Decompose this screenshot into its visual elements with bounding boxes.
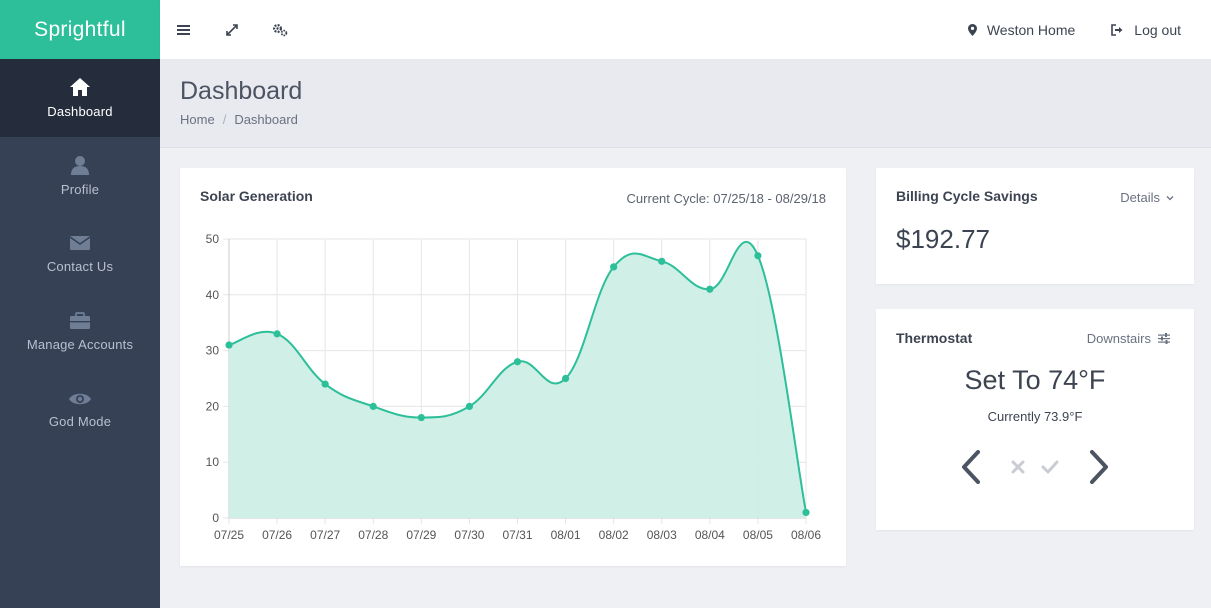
x-tick-label: 08/06 <box>791 528 821 542</box>
sign-out-icon <box>1111 23 1123 36</box>
envelope-icon <box>69 236 91 250</box>
eye-icon <box>69 393 91 405</box>
x-tick-label: 07/27 <box>310 528 340 542</box>
chevron-down-icon <box>1166 195 1174 200</box>
brand-logo[interactable]: Sprightful <box>0 0 160 59</box>
solar-generation-card: Solar Generation Current Cycle: 07/25/18… <box>180 168 846 566</box>
data-point <box>513 358 522 366</box>
data-point <box>802 508 810 517</box>
x-tick-label: 08/02 <box>599 528 629 542</box>
zone-selector[interactable]: Downstairs <box>1087 331 1170 346</box>
page-title: Dashboard <box>180 77 303 105</box>
details-label: Details <box>1120 190 1160 205</box>
top-bar: Weston Home Log out <box>160 0 1211 59</box>
x-tick-label: 08/01 <box>551 528 581 542</box>
sidebar-item-god-mode[interactable]: God Mode <box>0 371 160 449</box>
x-tick-label: 07/31 <box>502 528 532 542</box>
menu-icon <box>177 24 190 35</box>
data-point <box>706 285 714 293</box>
location-label: Weston Home <box>986 21 1076 38</box>
briefcase-icon <box>70 312 90 329</box>
cancel-button[interactable] <box>1008 449 1028 485</box>
y-tick-label: 40 <box>206 288 220 302</box>
x-tick-label: 08/05 <box>743 528 773 542</box>
chevron-left-icon <box>962 450 980 484</box>
fullscreen-button[interactable] <box>208 0 256 59</box>
chevron-right-icon <box>1090 450 1108 484</box>
y-tick-label: 50 <box>206 232 220 246</box>
x-tick-label: 07/30 <box>454 528 484 542</box>
logout-label: Log out <box>1134 21 1181 38</box>
location-selector[interactable]: Weston Home <box>967 21 1076 38</box>
setpoint-display: Set To 74°F <box>964 365 1106 395</box>
sidebar-item-contact-us[interactable]: Contact Us <box>0 215 160 293</box>
savings-amount: $192.77 <box>896 224 990 254</box>
y-tick-label: 30 <box>206 344 220 358</box>
map-marker-icon <box>967 23 977 36</box>
check-icon <box>1041 460 1059 474</box>
card-title: Thermostat <box>896 330 973 346</box>
y-tick-label: 20 <box>206 399 220 413</box>
home-icon <box>70 78 90 96</box>
top-bar-right: Weston Home Log out <box>967 21 1181 38</box>
x-tick-label: 07/25 <box>214 528 244 542</box>
sidebar-item-manage-accounts[interactable]: Manage Accounts <box>0 293 160 371</box>
data-point <box>225 341 233 349</box>
breadcrumb-current: Dashboard <box>234 112 298 127</box>
x-tick-label: 08/03 <box>647 528 677 542</box>
decrease-temperature-button[interactable] <box>956 449 986 485</box>
increase-temperature-button[interactable] <box>1084 449 1114 485</box>
y-tick-label: 10 <box>206 455 220 469</box>
sidebar-item-label: Profile <box>60 182 100 197</box>
expand-icon <box>226 23 238 36</box>
data-point <box>321 380 329 388</box>
sidebar-item-label: Dashboard <box>47 104 113 119</box>
data-point <box>561 374 570 383</box>
x-tick-label: 07/29 <box>406 528 436 542</box>
data-point <box>658 257 666 265</box>
breadcrumb-separator: / <box>222 112 227 127</box>
thermostat-card: Thermostat Downstairs Set To 74°F Curren… <box>876 309 1194 530</box>
x-tick-label: 08/04 <box>695 528 725 542</box>
page-header: Dashboard Home / Dashboard <box>160 59 1211 148</box>
details-dropdown[interactable]: Details <box>1120 190 1174 205</box>
close-icon <box>1011 460 1025 474</box>
menu-toggle-button[interactable] <box>160 0 208 59</box>
sidebar-item-label: Contact Us <box>46 259 114 274</box>
sidebar-item-label: Manage Accounts <box>26 337 134 352</box>
sidebar-item-profile[interactable]: Profile <box>0 137 160 215</box>
sidebar-item-label: God Mode <box>48 414 112 429</box>
gears-icon <box>272 23 288 36</box>
card-title: Billing Cycle Savings <box>896 188 1038 204</box>
data-point <box>369 402 377 410</box>
data-point <box>754 252 762 260</box>
data-point <box>610 263 618 271</box>
zone-label: Downstairs <box>1086 331 1151 346</box>
data-point <box>417 413 425 422</box>
settings-button[interactable] <box>256 0 304 59</box>
user-icon <box>71 156 89 175</box>
sidebar-item-dashboard[interactable]: Dashboard <box>0 59 160 137</box>
breadcrumb: Home / Dashboard <box>180 112 1191 127</box>
confirm-button[interactable] <box>1038 449 1062 485</box>
sidebar: Sprightful Dashboard Profile Contact Us … <box>0 0 160 608</box>
breadcrumb-home-link[interactable]: Home <box>180 112 215 127</box>
x-tick-label: 07/28 <box>358 528 388 542</box>
billing-cycle-savings-card: Billing Cycle Savings Details $192.77 <box>876 168 1194 284</box>
y-tick-label: 0 <box>212 511 219 525</box>
solar-generation-chart: 0 10 20 30 40 50 07/25 07/26 07/27 07/28 07/29 07/3… <box>206 232 822 542</box>
current-temperature: Currently 73.9°F <box>987 409 1083 424</box>
logout-button[interactable]: Log out <box>1111 22 1181 38</box>
data-point <box>273 330 281 338</box>
sliders-icon <box>1158 333 1170 344</box>
data-point <box>465 402 474 410</box>
x-tick-label: 07/26 <box>262 528 292 542</box>
